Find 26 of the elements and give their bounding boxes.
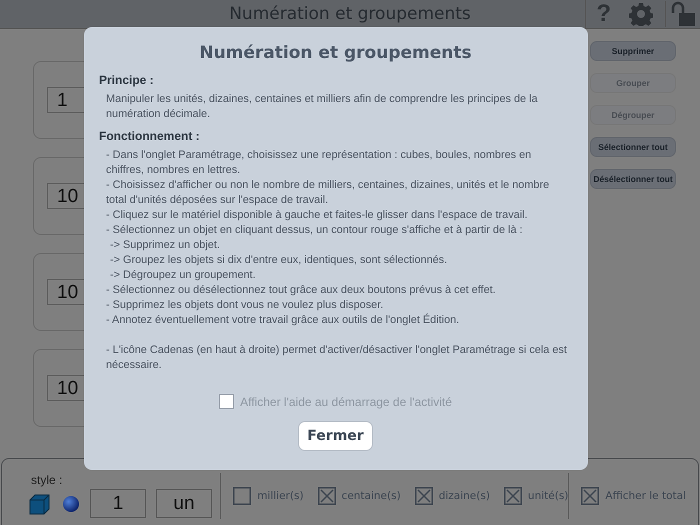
settings-icon[interactable] (629, 2, 653, 26)
option-label: dizaine(s) (438, 490, 490, 502)
option-label: centaine(s) (342, 490, 401, 502)
action-button[interactable]: Supprimer (590, 41, 676, 61)
checkbox[interactable] (581, 487, 600, 505)
cube-icon[interactable] (28, 492, 52, 516)
checkbox[interactable] (233, 487, 252, 505)
checkbox[interactable] (414, 487, 433, 505)
style-label: style : (30, 473, 64, 487)
action-button[interactable]: Sélectionner tout (590, 137, 676, 157)
checkbox[interactable] (219, 394, 234, 409)
checkbox[interactable] (504, 487, 522, 505)
help-text: -> Supprimez un objet. (109, 238, 221, 253)
word-field[interactable]: un (156, 489, 212, 518)
action-button[interactable]: Désélectionner tout (590, 169, 676, 189)
close-button[interactable]: Fermer (298, 421, 373, 451)
option-label: unité(s) (528, 490, 568, 502)
ball-icon[interactable] (62, 494, 80, 512)
app-title: Numération et groupements (229, 4, 471, 24)
unlocked-padlock-icon[interactable] (665, 1, 696, 27)
dialog-title: Numération et groupements (198, 43, 473, 63)
number-field[interactable]: 1 (90, 489, 146, 518)
checkbox-label: Afficher l'aide au démarrage de l'activité (240, 394, 452, 408)
option-label: Afficher le total (605, 490, 686, 502)
checkbox[interactable] (318, 487, 336, 505)
option-label: millier(s) (257, 490, 304, 502)
